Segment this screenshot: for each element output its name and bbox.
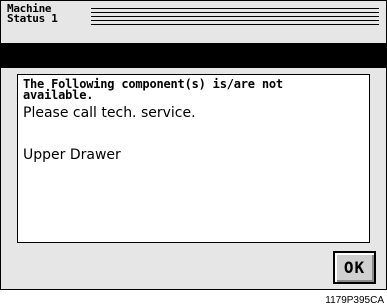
message-line-2: available. [23, 88, 94, 102]
page-title: Machine Status 1 [7, 3, 73, 25]
header-rule [91, 16, 379, 17]
header-rule [91, 8, 379, 9]
ok-button-label: OK [343, 258, 366, 277]
header-rule [91, 20, 379, 21]
machine-status-screen: Machine Status 1 The Following component… [0, 0, 387, 290]
status-bar [1, 43, 386, 68]
header-rule [91, 24, 379, 25]
list-item: Upper Drawer [23, 147, 121, 163]
header: Machine Status 1 [7, 3, 381, 40]
header-rule [91, 12, 379, 13]
figure-code: 1179P395CA [325, 295, 384, 306]
message-line-3: Please call tech. service. [23, 105, 196, 121]
ok-button[interactable]: OK [333, 251, 376, 284]
message-dialog: The Following component(s) is/are not av… [17, 74, 370, 243]
title-line2: Status 1 [7, 12, 58, 25]
